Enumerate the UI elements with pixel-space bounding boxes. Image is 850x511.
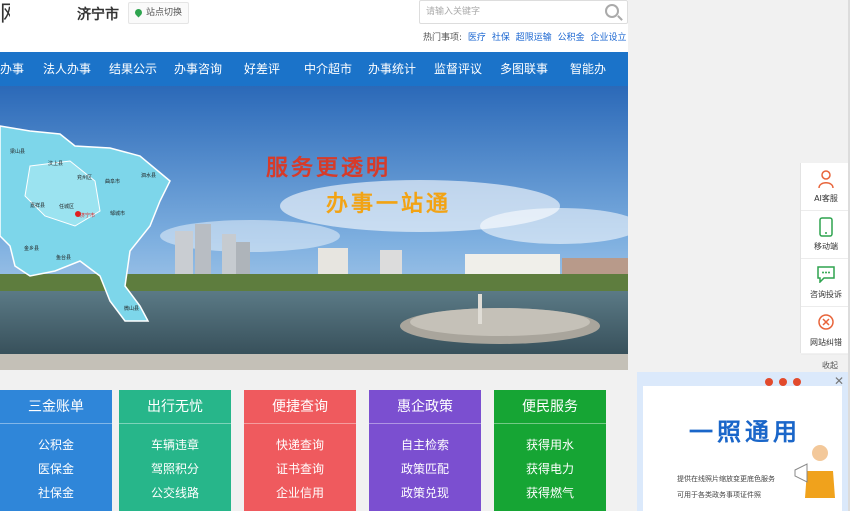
sidebar-collapse-button[interactable]: 收起 <box>822 360 838 371</box>
location-pin-icon <box>133 7 144 18</box>
sidebar-item-mobile[interactable]: 移动端 <box>801 211 850 259</box>
current-city: 济宁市 <box>77 7 119 23</box>
card-divider <box>0 423 112 424</box>
card-link[interactable]: 快递查询 <box>244 436 356 453</box>
floating-sidebar: AI客服 移动端 咨询投诉 网站纠错 <box>800 163 850 355</box>
hot-link-medical[interactable]: 医疗 <box>468 33 486 43</box>
hot-link-company-registration[interactable]: 企业设立 <box>590 33 626 43</box>
nav-item-rating[interactable]: 好差评 <box>244 52 280 86</box>
card-link[interactable]: 企业信用 <box>244 484 356 501</box>
card-divider <box>494 423 606 424</box>
search-icon[interactable] <box>605 4 619 18</box>
map-label: 梁山县 <box>10 149 26 155</box>
map-label: 泗水县 <box>141 173 157 179</box>
robot-icon <box>818 170 834 189</box>
megaphone-person-icon <box>794 445 835 498</box>
promo-card: 一照通用 提供在线照片缩放变更底色服务 可用于各类政务事项证件照 <box>643 386 842 511</box>
card-title: 惠企政策 <box>397 399 453 415</box>
sidebar-item-label: 网站纠错 <box>810 338 842 347</box>
card-quick-query[interactable]: 便捷查询 快递查询 证书查询 企业信用 <box>244 390 356 511</box>
card-link[interactable]: 车辆违章 <box>119 436 231 453</box>
sidebar-item-label: 移动端 <box>814 242 838 251</box>
card-link[interactable]: 公交线路 <box>119 484 231 501</box>
map-label: 鱼台县 <box>56 255 72 261</box>
nav-item-multi-map[interactable]: 多图联事 <box>500 52 548 86</box>
card-link[interactable]: 获得电力 <box>494 460 606 477</box>
nav-item-results[interactable]: 结果公示 <box>109 52 157 86</box>
card-link[interactable]: 医保金 <box>0 460 112 477</box>
card-link[interactable]: 政策匹配 <box>369 460 481 477</box>
card-travel[interactable]: 出行无忧 车辆违章 驾照积分 公交线路 <box>119 390 231 511</box>
nav-item-supervision[interactable]: 监督评议 <box>434 52 482 86</box>
sidebar-item-ai-service[interactable]: AI客服 <box>801 163 850 211</box>
map-label: 汶上县 <box>48 161 64 167</box>
site-switch-label: 站点切换 <box>146 8 183 18</box>
sidebar-item-complaint[interactable]: 咨询投诉 <box>801 259 850 307</box>
chat-icon <box>817 266 835 283</box>
main-nav: 办事 法人办事 结果公示 办事咨询 好差评 中介超市 办事统计 监督评议 多图联… <box>0 52 628 86</box>
promo-text-2: 可用于各类政务事项证件照 <box>677 491 761 499</box>
service-cards: 三金账单 公积金 医保金 社保金 出行无忧 车辆违章 驾照积分 公交线路 便捷查… <box>0 390 628 511</box>
card-link[interactable]: 政策兑现 <box>369 484 481 501</box>
map-label: 邹城市 <box>110 211 126 217</box>
card-link[interactable]: 获得用水 <box>494 436 606 453</box>
card-divider <box>369 423 481 424</box>
card-link[interactable]: 公积金 <box>0 436 112 453</box>
site-header: 网 济宁市 站点切换 热门事项: 医疗 社保 超限运输 公积金 企业设立 <box>0 0 628 52</box>
hot-link-overlimit-transport[interactable]: 超限运输 <box>516 33 552 43</box>
nav-item-legal-affairs[interactable]: 法人办事 <box>43 52 91 86</box>
sidebar-item-label: 咨询投诉 <box>810 290 842 299</box>
promo-title: 一照通用 <box>689 418 801 446</box>
card-title: 便捷查询 <box>272 399 328 415</box>
banner-slogan-2: 办事一站通 <box>326 191 452 217</box>
card-link[interactable]: 证书查询 <box>244 460 356 477</box>
card-divider <box>244 423 356 424</box>
card-link[interactable]: 驾照积分 <box>119 460 231 477</box>
card-public-service[interactable]: 便民服务 获得用水 获得电力 获得燃气 <box>494 390 606 511</box>
card-three-funds[interactable]: 三金账单 公积金 医保金 社保金 <box>0 390 112 511</box>
search-box <box>419 0 628 24</box>
map-label: 兖州区 <box>77 175 93 181</box>
card-divider <box>119 423 231 424</box>
map-label: 金乡县 <box>24 246 40 252</box>
map-label: 任城区 <box>59 204 75 210</box>
card-business-policy[interactable]: 惠企政策 自主检索 政策匹配 政策兑现 <box>369 390 481 511</box>
hero-banner[interactable]: 服务更透明 办事一站通 梁山县 汶上县 兖州区 泗水县 嘉祥县 任城区 曲阜市 … <box>0 86 628 370</box>
map-label: 曲阜市 <box>105 179 121 185</box>
card-link[interactable]: 获得燃气 <box>494 484 606 501</box>
close-icon[interactable]: ✕ <box>834 374 844 388</box>
sidebar-item-correction[interactable]: 网站纠错 <box>801 307 850 355</box>
map-label: 微山县 <box>124 306 140 312</box>
promo-text-1: 提供在线照片缩放变更底色服务 <box>677 475 775 483</box>
nav-item-statistics[interactable]: 办事统计 <box>368 52 416 86</box>
nav-item-consult[interactable]: 办事咨询 <box>174 52 222 86</box>
lanterns-decoration-icon <box>765 378 801 386</box>
search-input[interactable] <box>426 4 596 20</box>
hot-topics-label: 热门事项: <box>423 33 463 43</box>
sidebar-item-label: AI客服 <box>814 194 838 203</box>
correction-icon <box>818 314 834 330</box>
card-title: 便民服务 <box>522 399 578 415</box>
banner-slogan-1: 服务更透明 <box>266 155 392 181</box>
banner-scene <box>0 86 628 370</box>
hot-link-social-security[interactable]: 社保 <box>492 33 510 43</box>
hot-link-housing-fund[interactable]: 公积金 <box>558 33 585 43</box>
promo-popup[interactable]: 一照通用 提供在线照片缩放变更底色服务 可用于各类政务事项证件照 ✕ <box>637 372 848 511</box>
nav-item-smart[interactable]: 智能办 <box>570 52 606 86</box>
nav-item-affairs[interactable]: 办事 <box>0 52 24 86</box>
nav-item-agency-market[interactable]: 中介超市 <box>304 52 352 86</box>
map-label: 济宁市 <box>80 213 96 219</box>
card-link[interactable]: 自主检索 <box>369 436 481 453</box>
site-switch-button[interactable]: 站点切换 <box>128 2 190 24</box>
map-label: 嘉祥县 <box>30 203 46 209</box>
mobile-icon <box>819 217 833 237</box>
card-link[interactable]: 社保金 <box>0 484 112 501</box>
hot-topics: 热门事项: 医疗 社保 超限运输 公积金 企业设立 <box>423 30 627 43</box>
card-title: 出行无忧 <box>147 399 203 415</box>
card-title: 三金账单 <box>28 399 84 415</box>
site-logo-fragment[interactable]: 网 <box>0 2 10 28</box>
